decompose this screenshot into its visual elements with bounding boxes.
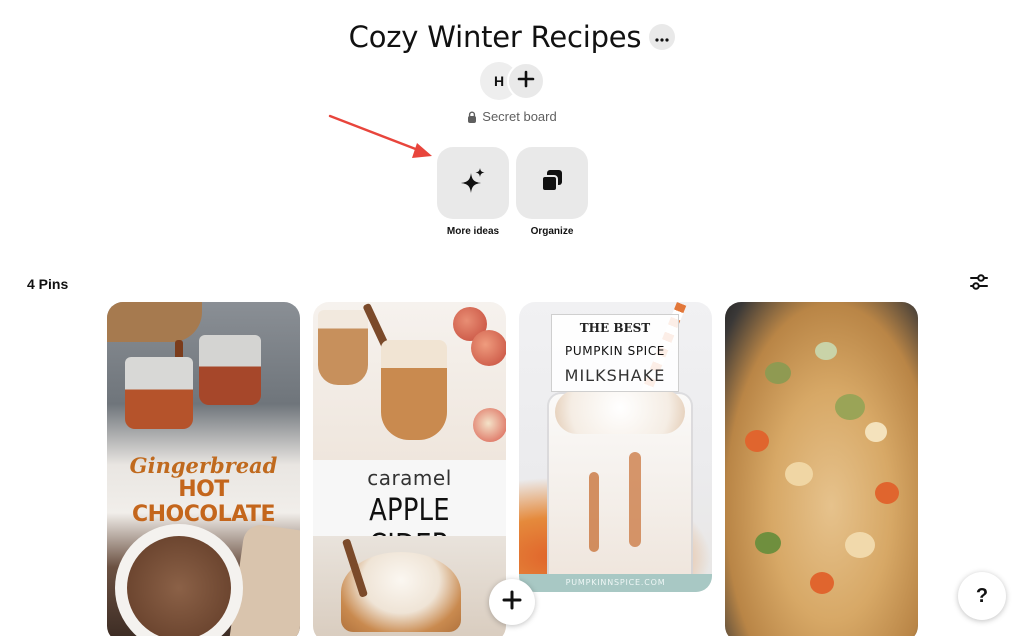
pin-title-line: Gingerbread <box>129 453 278 478</box>
pin-image-detail <box>755 532 781 554</box>
pin-image-detail <box>318 310 368 385</box>
filter-button[interactable] <box>966 272 992 296</box>
board-options-button[interactable] <box>649 24 676 50</box>
pin-title-line: THE BEST <box>579 321 651 335</box>
pins-count: 4 Pins <box>27 276 69 292</box>
board-actions: More ideas Organize <box>437 147 588 237</box>
annotation-arrow-icon <box>328 114 432 158</box>
pin-card[interactable]: caramel APPLE CIDER <box>313 302 506 636</box>
pin-title-line: HOT CHOCOLATE <box>132 477 275 527</box>
pin-image-detail <box>875 482 899 504</box>
more-ideas-button[interactable]: More ideas <box>437 147 509 237</box>
pin-card[interactable] <box>725 302 918 636</box>
pin-image-detail <box>745 430 769 452</box>
collaborators: H <box>480 62 546 100</box>
plus-icon <box>502 590 522 615</box>
filter-sliders-icon <box>970 273 988 295</box>
pin-card[interactable]: THE BEST PUMPKIN SPICE MILKSHAKE PUMPKIN… <box>519 302 712 592</box>
pin-image-detail <box>107 302 202 342</box>
more-ideas-label: More ideas <box>446 226 500 237</box>
organize-icon <box>539 168 565 199</box>
lock-icon <box>467 111 477 123</box>
organize-label: Organize <box>530 226 574 237</box>
pin-image-detail <box>845 532 875 558</box>
more-ideas-tile[interactable] <box>437 147 509 219</box>
organize-button[interactable]: Organize <box>516 147 588 237</box>
pin-image-detail <box>835 394 865 420</box>
pin-card[interactable]: Gingerbread HOT CHOCOLATE <box>107 302 300 636</box>
pin-title-line: MILKSHAKE <box>564 366 666 385</box>
pin-image-detail <box>810 572 834 594</box>
pin-image-detail <box>199 335 261 405</box>
sparkle-icon <box>459 167 487 200</box>
pin-image-detail <box>471 330 506 366</box>
add-collaborator-button[interactable] <box>507 62 545 100</box>
pin-image-detail <box>815 342 837 360</box>
pin-image-detail <box>127 536 231 636</box>
pin-image-detail <box>381 340 447 440</box>
pin-image-detail <box>555 390 685 434</box>
add-pin-button[interactable] <box>489 579 535 625</box>
plus-icon <box>517 70 535 93</box>
pin-image-detail <box>629 452 641 547</box>
pin-image-detail <box>785 462 813 486</box>
pin-image-detail <box>125 357 193 429</box>
pin-image-detail <box>765 362 791 384</box>
pin-image-detail <box>865 422 887 442</box>
pin-image-detail <box>589 472 599 552</box>
board-visibility: Secret board <box>0 109 1024 124</box>
pin-title-line: caramel <box>367 466 452 490</box>
board-header: Cozy Winter Recipes <box>0 20 1024 54</box>
pin-source-footer: PUMPKINNSPICE.COM <box>519 574 712 592</box>
ellipsis-icon <box>655 29 669 45</box>
help-button[interactable]: ? <box>958 572 1006 620</box>
board-page: Cozy Winter Recipes H Secret board More … <box>0 0 1024 636</box>
pin-image-detail <box>473 408 506 442</box>
board-title: Cozy Winter Recipes <box>348 20 642 54</box>
organize-tile[interactable] <box>516 147 588 219</box>
visibility-label: Secret board <box>482 109 557 124</box>
pin-title-line: PUMPKIN SPICE <box>565 344 665 358</box>
